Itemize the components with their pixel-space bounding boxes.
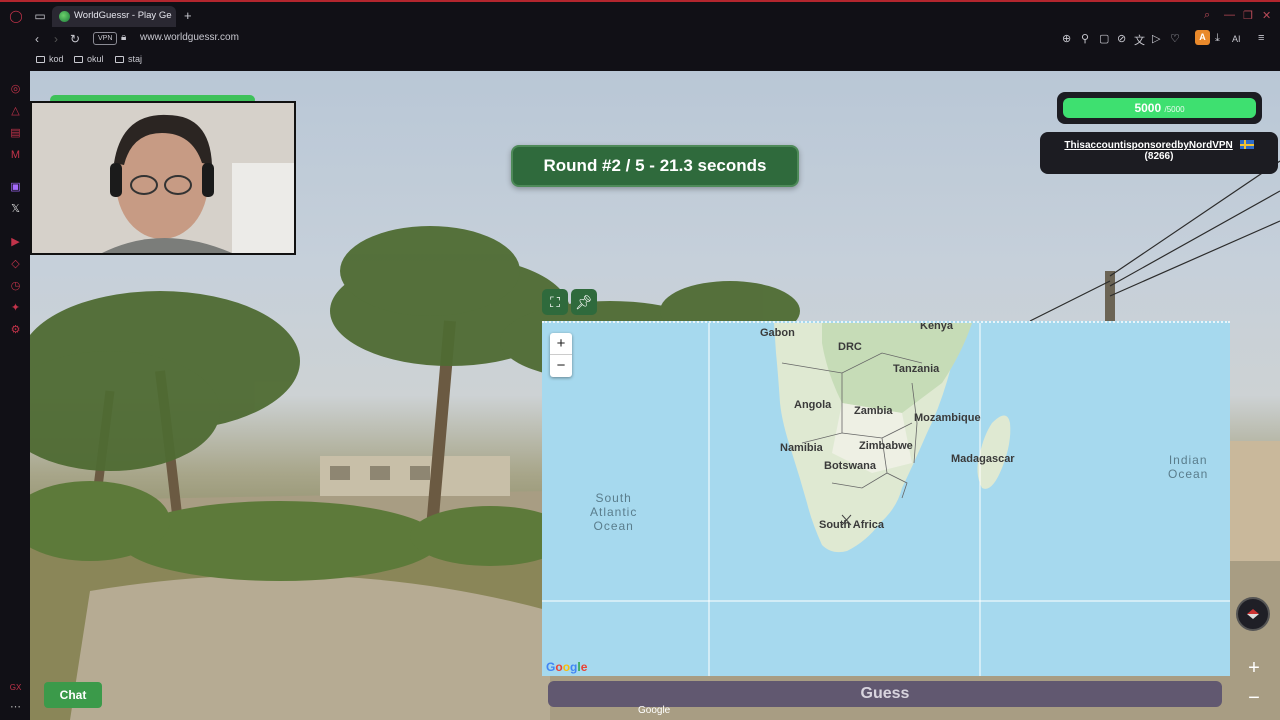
messenger-icon[interactable]: ▤: [9, 127, 22, 140]
back-icon[interactable]: ‹: [35, 32, 39, 46]
bookmark-folder[interactable]: staj: [115, 54, 142, 64]
map-label-kenya: Kenya: [920, 321, 954, 332]
pin-icon[interactable]: ⚲: [1081, 32, 1089, 45]
globe-icon: [59, 11, 70, 22]
folder-icon: [36, 56, 45, 63]
map-label-zambia: Zambia: [854, 405, 893, 417]
tab-workspace-icon[interactable]: ▭: [33, 9, 47, 23]
minimize-icon[interactable]: —: [1224, 9, 1235, 21]
map-zoom-control: + −: [550, 333, 572, 377]
zoom-icon[interactable]: ⊕: [1062, 32, 1071, 45]
streetview-zoom-out-button[interactable]: −: [1240, 685, 1268, 711]
map-label-mozambique: Mozambique: [914, 412, 981, 424]
close-window-icon[interactable]: ✕: [1262, 9, 1271, 22]
webcam-overlay: [30, 101, 296, 255]
map-label-gabon: Gabon: [760, 327, 795, 339]
player-panel: ThisaccountisponsoredbyNordVPN (8266): [1040, 132, 1278, 174]
address-bar: ‹ › ↻ VPN 🔒︎ www.worldguessr.com ⊕ ⚲ ▢ ⊘…: [0, 29, 1280, 51]
webcam-person: [32, 103, 294, 253]
ocean-label-south-atlantic: South Atlantic Ocean: [590, 491, 637, 533]
ai-label: AI: [1232, 34, 1241, 44]
map-label-botswana: Botswana: [824, 460, 876, 472]
streetview-zoom-in-button[interactable]: +: [1240, 655, 1268, 681]
map-label-angola: Angola: [794, 399, 832, 411]
ocean-word: Indian: [1168, 453, 1208, 467]
bookmark-label: kod: [49, 54, 64, 64]
ocean-word: South: [595, 491, 632, 505]
score-bar: 5000 /5000: [1063, 98, 1256, 118]
browser-sidebar: ◎ △ ▤ M ▣ 𝕏 ▶ ◇ ◷ ✦ ⚙ GX ⋯: [0, 71, 30, 720]
reload-icon[interactable]: ↻: [70, 32, 80, 46]
tab-worldguessr[interactable]: WorldGuessr - Play Geoguessr: [52, 6, 176, 27]
vpn-badge[interactable]: VPN: [93, 32, 118, 45]
send-icon[interactable]: ▷: [1152, 32, 1160, 45]
ai-button[interactable]: AI: [1232, 34, 1241, 44]
aria-icon[interactable]: ◎: [9, 83, 22, 96]
forward-icon[interactable]: ›: [54, 32, 58, 46]
menu-icon[interactable]: ≡: [1258, 32, 1264, 44]
new-tab-button[interactable]: +: [184, 8, 192, 23]
tab-title: WorldGuessr - Play Geoguessr: [74, 10, 172, 21]
guess-map[interactable]: + − Gabon Kenya DRC Tanzania Angola Zamb…: [542, 321, 1230, 676]
map-label-namibia: Namibia: [780, 442, 823, 454]
map-land: [542, 323, 1230, 676]
score-value: 5000: [1134, 101, 1162, 115]
round-timer-banner: Round #2 / 5 - 21.3 seconds: [511, 145, 799, 187]
mail-icon[interactable]: M: [9, 149, 22, 162]
map-zoom-out-button[interactable]: −: [550, 355, 572, 377]
street-view-panorama[interactable]: Round #2 / 5 - 21.3 seconds 5000 /5000 T…: [30, 71, 1280, 720]
extensions-icon[interactable]: ✦: [9, 302, 22, 315]
snapshot-icon[interactable]: ▢: [1099, 32, 1109, 45]
sweden-flag-icon: [1239, 140, 1254, 149]
extension-icon[interactable]: A: [1195, 30, 1210, 45]
map-label-madagascar: Madagascar: [951, 453, 1015, 465]
x-icon[interactable]: 𝕏: [9, 203, 22, 216]
ocean-word: Ocean: [1168, 467, 1209, 481]
folder-icon: [74, 56, 83, 63]
download-icon[interactable]: ⤓: [1215, 32, 1220, 45]
player-icon[interactable]: ▶: [9, 236, 22, 249]
bookmark-folder[interactable]: kod: [36, 54, 64, 64]
heart-icon[interactable]: ♡: [1170, 32, 1180, 45]
ocean-label-indian: Indian Ocean: [1168, 453, 1208, 481]
score-max: /5000: [1164, 105, 1185, 114]
ocean-word: Atlantic: [590, 505, 638, 519]
bookmark-folder[interactable]: okul: [74, 54, 104, 64]
shop-icon[interactable]: △: [9, 105, 22, 118]
player-name[interactable]: ThisaccountisponsoredbyNordVPN: [1064, 140, 1232, 151]
streetview-google-mark: Google: [638, 705, 671, 716]
restore-icon[interactable]: ❐: [1243, 9, 1253, 22]
map-label-south-africa: South Africa: [819, 519, 884, 531]
search-tabs-icon[interactable]: ⌕: [1204, 9, 1210, 22]
settings-icon[interactable]: ⚙: [9, 324, 22, 337]
history-icon[interactable]: ◷: [9, 280, 22, 293]
folder-icon: [115, 56, 124, 63]
bookmark-icon[interactable]: ◇: [9, 258, 22, 271]
url-field[interactable]: www.worldguessr.com: [140, 32, 239, 43]
map-label-drc: DRC: [838, 341, 862, 353]
score-panel: 5000 /5000: [1057, 92, 1262, 124]
player-elo: (8266): [1144, 151, 1174, 162]
chat-button[interactable]: Chat: [44, 682, 102, 708]
adblock-icon[interactable]: ⊘: [1117, 32, 1126, 45]
map-label-zimbabwe: Zimbabwe: [859, 440, 913, 452]
twitch-icon[interactable]: ▣: [9, 181, 22, 194]
ocean-word: Ocean: [593, 519, 634, 533]
more-icon[interactable]: ⋯: [9, 701, 22, 714]
lock-icon[interactable]: 🔒︎: [121, 32, 126, 43]
map-zoom-in-button[interactable]: +: [550, 333, 572, 355]
gx-icon[interactable]: GX: [9, 681, 22, 694]
map-expand-button[interactable]: ⛶: [542, 289, 568, 315]
browser-tab-bar: ◯ ▭ WorldGuessr - Play Geoguessr + ⌕ — ❐…: [0, 0, 1280, 29]
map-google-logo: Google: [546, 660, 588, 674]
guess-button[interactable]: Guess: [548, 681, 1222, 707]
bookmark-label: staj: [128, 54, 143, 64]
opera-logo-icon[interactable]: ◯: [9, 9, 23, 23]
bookmarks-bar: kod okul staj: [0, 51, 1280, 71]
bookmark-label: okul: [87, 54, 104, 64]
map-pin-button[interactable]: 📌︎: [571, 289, 597, 315]
map-label-tanzania: Tanzania: [893, 363, 940, 375]
compass-icon[interactable]: [1236, 597, 1270, 631]
translate-icon[interactable]: 文: [1134, 32, 1145, 48]
